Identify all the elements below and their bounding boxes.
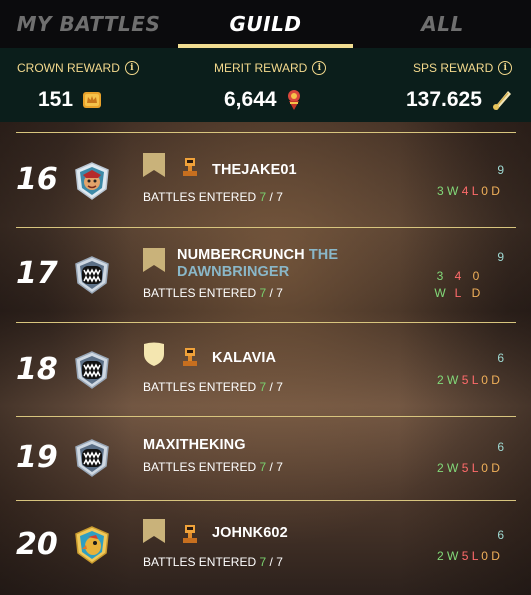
- merit-reward-value: 6,644: [224, 88, 277, 111]
- draws-count: 0: [472, 269, 480, 283]
- tab-my-battles[interactable]: MY BATTLES: [0, 0, 177, 48]
- monster-avatar: [75, 351, 109, 389]
- rank-number: 20: [16, 527, 58, 562]
- battles-entered-count: 7: [259, 190, 267, 204]
- battles-entered: BATTLES ENTERED 7 / 7: [143, 380, 283, 394]
- rank-flag-icon: [143, 153, 165, 177]
- player-username: THEJAKE01: [212, 162, 297, 178]
- rank-number: 17: [16, 256, 58, 291]
- win-loss-draw: 2 W 5 L 0 D: [437, 373, 500, 387]
- player-score: 6: [497, 440, 504, 454]
- player-score: 6: [497, 351, 504, 365]
- battles-entered-label: BATTLES ENTERED: [143, 286, 257, 300]
- battles-entered-label: BATTLES ENTERED: [143, 190, 257, 204]
- sps-token-icon: [492, 91, 511, 110]
- trophy-icon: [183, 525, 197, 543]
- battles-entered: BATTLES ENTERED 7 / 7: [143, 555, 283, 569]
- win-loss-draw: 2 W 5 L 0 D: [437, 549, 500, 563]
- player-name[interactable]: MAXITHEKING: [143, 437, 246, 454]
- battles-total-count: 7: [276, 380, 283, 394]
- rank-shield-icon: [144, 342, 164, 366]
- battles-entered: BATTLES ENTERED 7 / 7: [143, 286, 283, 300]
- info-icon[interactable]: i: [312, 61, 327, 75]
- battles-entered-count: 7: [259, 555, 267, 569]
- player-score: 9: [497, 163, 504, 177]
- draws-count: 0: [481, 373, 488, 387]
- jester-avatar: [75, 162, 109, 200]
- battles-entered-label: BATTLES ENTERED: [143, 460, 257, 474]
- battles-total-count: 7: [276, 555, 283, 569]
- battles-total-count: 7: [276, 286, 283, 300]
- win-loss-draw: 2 W 5 L 0 D: [437, 461, 500, 475]
- parrot-avatar: [75, 526, 109, 564]
- draws-count: 0: [481, 461, 488, 475]
- battles-entered: BATTLES ENTERED 7 / 7: [143, 190, 283, 204]
- losses-count: 4: [454, 269, 462, 283]
- player-username: MAXITHEKING: [143, 437, 246, 453]
- wins-count: 2: [437, 373, 444, 387]
- wins-count: 3: [436, 269, 444, 283]
- rank-flag-icon: [143, 519, 165, 543]
- player-score: 6: [497, 528, 504, 542]
- battles-entered: BATTLES ENTERED 7 / 7: [143, 460, 283, 474]
- rank-number: 16: [16, 162, 58, 197]
- player-name[interactable]: THEJAKE01: [212, 162, 297, 179]
- monster-avatar: [75, 439, 109, 477]
- draws-count: 0: [481, 184, 488, 198]
- crown-token-icon: [83, 92, 102, 108]
- rank-flag-icon: [143, 248, 165, 272]
- player-score: 9: [497, 250, 504, 264]
- crown-reward-label: CROWN REWARD: [17, 61, 120, 75]
- player-name[interactable]: NUMBERCRUNCH THE DAWNBRINGER: [177, 247, 387, 281]
- player-username: KALAVIA: [212, 350, 277, 366]
- rewards-bar: CROWN REWARD i 151 MERIT REWARD i 6,644: [0, 48, 531, 122]
- tab-all[interactable]: ALL: [354, 0, 531, 48]
- info-icon[interactable]: i: [124, 61, 139, 75]
- wins-count: 2: [437, 549, 444, 563]
- battles-entered-label: BATTLES ENTERED: [143, 380, 257, 394]
- wins-count: 3: [437, 184, 444, 198]
- tab-guild[interactable]: GUILD: [177, 0, 354, 48]
- battle-tabs: MY BATTLES GUILD ALL: [0, 0, 531, 48]
- monster-avatar: [75, 256, 109, 294]
- sps-reward-value: 137.625: [406, 88, 482, 111]
- crown-reward-value: 151: [38, 88, 74, 111]
- draws-count: 0: [481, 549, 488, 563]
- win-loss-draw: 3 W 4 L 0 D: [437, 184, 500, 198]
- merit-reward-label: MERIT REWARD: [214, 61, 308, 75]
- player-name[interactable]: JOHNK602: [212, 525, 288, 542]
- wins-count: 2: [437, 461, 444, 475]
- info-icon[interactable]: i: [498, 61, 513, 75]
- sps-reward: SPS REWARD i 137.625: [354, 48, 531, 122]
- trophy-icon: [183, 348, 197, 366]
- battles-entered-label: BATTLES ENTERED: [143, 555, 257, 569]
- rank-number: 18: [16, 352, 58, 387]
- sps-reward-label: SPS REWARD: [413, 61, 494, 75]
- player-username: JOHNK602: [212, 525, 288, 541]
- win-loss-draw: 340 WLD: [431, 269, 485, 300]
- battles-entered-count: 7: [259, 286, 267, 300]
- battles-entered-count: 7: [259, 380, 267, 394]
- battles-entered-count: 7: [259, 460, 267, 474]
- trophy-icon: [183, 158, 197, 176]
- merit-icon: [287, 90, 300, 110]
- rank-number: 19: [16, 440, 58, 475]
- battles-total-count: 7: [276, 190, 283, 204]
- guild-player-list: 16 THEJAKE01 BATTLES ENTERED 7 / 7 9 3 W…: [0, 122, 531, 595]
- battles-total-count: 7: [276, 460, 283, 474]
- player-username: NUMBERCRUNCH: [177, 247, 305, 263]
- player-name[interactable]: KALAVIA: [212, 350, 276, 367]
- merit-reward: MERIT REWARD i 6,644: [177, 48, 354, 122]
- crown-reward: CROWN REWARD i 151: [0, 48, 177, 122]
